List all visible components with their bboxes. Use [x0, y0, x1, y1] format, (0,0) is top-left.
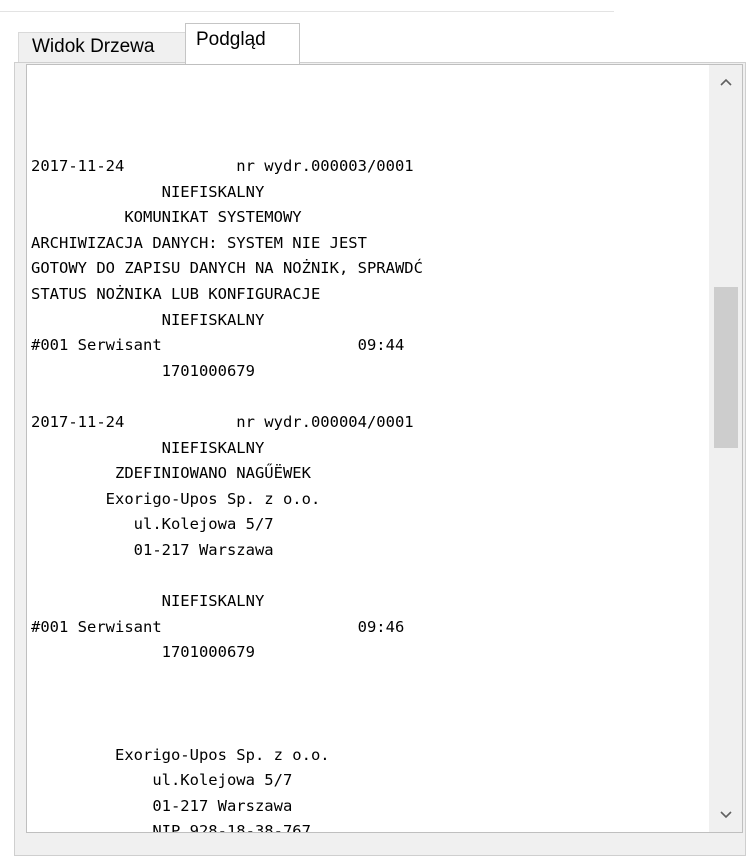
receipt-line: NIEFISKALNY	[31, 438, 265, 457]
receipt-line: 01-217 Warszawa	[31, 540, 274, 559]
receipt-blank-line	[31, 691, 423, 717]
scroll-up-button[interactable]	[709, 65, 742, 99]
receipt-line: 01-217 Warszawa	[31, 796, 293, 815]
receipt-blank-line	[31, 564, 423, 590]
receipt-line: 2017-11-24 nr wydr.000003/0001	[31, 157, 414, 175]
scroll-track[interactable]	[709, 99, 742, 798]
receipt-line: NIEFISKALNY	[31, 592, 265, 611]
receipt-line: ul.Kolejowa 5/7	[31, 771, 293, 790]
receipt-line: ARCHIWIZACJA DANYCH: SYSTEM NIE JEST	[31, 233, 367, 252]
receipt-line: STATUS NOŻNIKA LUB KONFIGURACJE	[31, 284, 321, 303]
chevron-up-icon	[720, 78, 732, 86]
receipt-line: Exorigo-Upos Sp. z o.o.	[31, 745, 330, 764]
receipt-preview-box[interactable]: 2017-11-24 nr wydr.000003/0001 NIEFISKAL…	[26, 64, 743, 833]
receipt-line: Exorigo-Upos Sp. z o.o.	[31, 489, 321, 508]
receipt-line: NIP 928-18-38-767	[31, 822, 311, 833]
vertical-scrollbar[interactable]	[709, 65, 742, 832]
receipt-text: 2017-11-24 nr wydr.000003/0001 NIEFISKAL…	[31, 154, 423, 833]
receipt-blank-line	[31, 717, 423, 743]
tab-tree-view[interactable]: Widok Drzewa	[18, 32, 187, 63]
scroll-down-button[interactable]	[709, 798, 742, 832]
receipt-line: 1701000679	[31, 361, 255, 380]
receipt-blank-line	[31, 666, 423, 692]
receipt-line: NIEFISKALNY	[31, 310, 265, 329]
receipt-line: GOTOWY DO ZAPISU DANYCH NA NOŻNIK, SPRAW…	[31, 259, 423, 278]
receipt-line: 2017-11-24 nr wydr.000004/0001	[31, 412, 414, 431]
tab-preview[interactable]: Podgląd	[185, 23, 300, 64]
receipt-blank-line	[31, 384, 423, 410]
receipt-line: #001 Serwisant 09:44	[31, 336, 405, 355]
window-top-divider	[0, 11, 614, 12]
receipt-line: KOMUNIKAT SYSTEMOWY	[31, 208, 302, 227]
scroll-thumb[interactable]	[714, 287, 738, 448]
chevron-down-icon	[720, 811, 732, 819]
receipt-line: NIEFISKALNY	[31, 182, 265, 201]
receipt-line: ul.Kolejowa 5/7	[31, 515, 274, 534]
receipt-line: 1701000679	[31, 643, 255, 662]
receipt-line: ZDEFINIOWANO NAGŰËWEK	[31, 464, 311, 483]
receipt-line: #001 Serwisant 09:46	[31, 617, 405, 636]
